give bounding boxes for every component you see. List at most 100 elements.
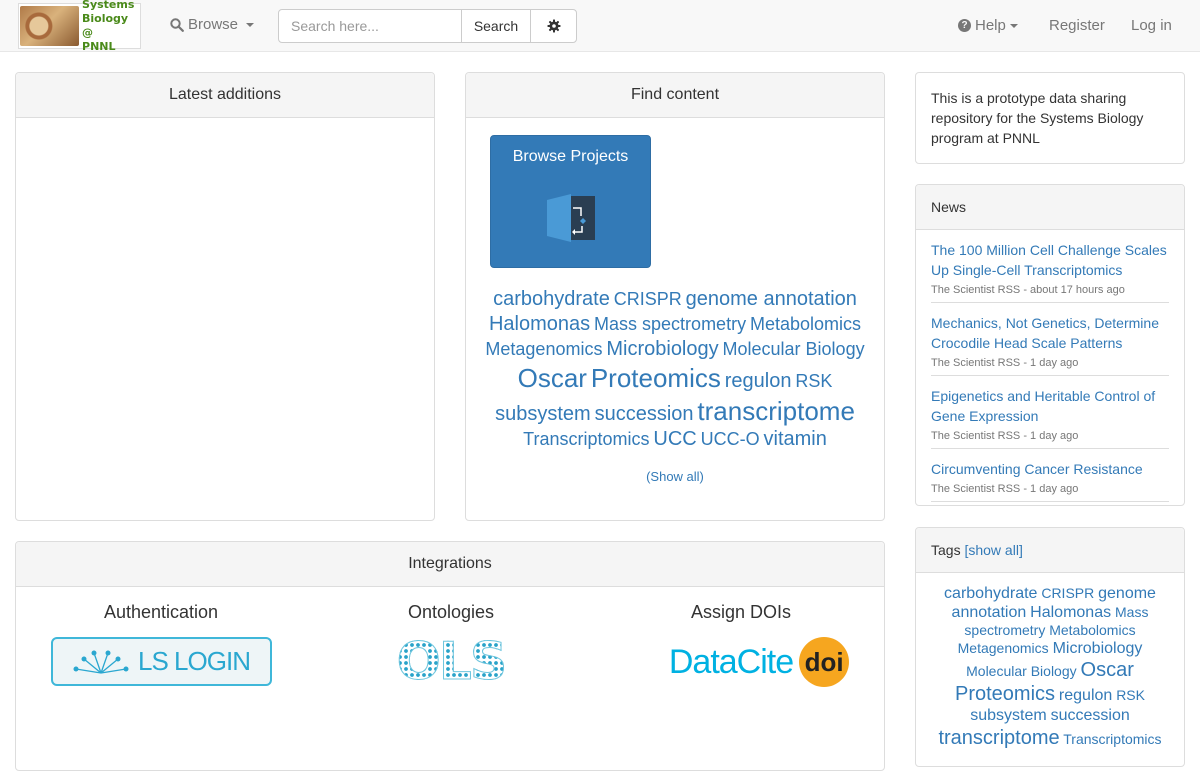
datacite-crescent-icon [636, 644, 655, 680]
sidebar-tag-link[interactable]: Oscar [1081, 659, 1134, 681]
sidebar-tag-link[interactable]: CRISPR [1041, 585, 1094, 601]
find-tag-link[interactable]: succession [595, 403, 694, 425]
logo-text: Systems Biology @ PNNL [82, 0, 140, 54]
news-list: The 100 Million Cell Challenge Scales Up… [916, 230, 1184, 505]
dois-title: Assign DOIs [690, 602, 792, 622]
sidebar-tag-link[interactable]: Proteomics [955, 683, 1055, 705]
tags-show-all-link[interactable]: [show all] [964, 542, 1022, 558]
browse-menu[interactable]: Browse [170, 16, 255, 33]
search-icon [170, 17, 184, 32]
logo-text-line3: PNNL [82, 40, 116, 53]
find-tag-link[interactable]: Halomonas [489, 313, 590, 335]
search-button[interactable]: Search [461, 9, 531, 43]
find-tag-link[interactable]: Molecular Biology [723, 339, 865, 359]
news-item: Mechanics, Not Genetics, Determine Croco… [931, 303, 1169, 376]
ls-login-fan-icon [73, 650, 129, 674]
datacite-text: DataCite [668, 642, 794, 681]
about-text: This is a prototype data sharing reposit… [931, 90, 1144, 146]
find-tag-link[interactable]: subsystem [495, 403, 591, 425]
datacite-logo[interactable]: DataCite doi [626, 635, 856, 689]
find-content-title: Find content [466, 73, 884, 118]
browse-projects-label: Browse Projects [512, 148, 629, 165]
integrations-panel: Integrations Authentication LS LOGIN Ont… [15, 541, 885, 771]
news-item-link[interactable]: Mechanics, Not Genetics, Determine Croco… [931, 313, 1169, 353]
sidebar-tag-link[interactable]: Metabolomics [1049, 622, 1135, 638]
find-tag-link[interactable]: vitamin [764, 428, 827, 450]
sidebar-tag-link[interactable]: transcriptome [938, 727, 1059, 749]
news-item: Epigenetics and Heritable Control of Gen… [931, 376, 1169, 449]
latest-additions-title: Latest additions [16, 73, 434, 118]
find-tag-link[interactable]: Metabolomics [750, 314, 861, 334]
find-tag-link[interactable]: Proteomics [591, 363, 721, 393]
browse-label: Browse [188, 16, 239, 33]
search-input[interactable] [278, 9, 462, 43]
find-tag-cloud: carbohydrate CRISPR genome annotation Ha… [480, 287, 870, 452]
find-tag-link[interactable]: CRISPR [614, 289, 682, 309]
sidebar-tag-link[interactable]: subsystem [970, 707, 1046, 724]
news-item: Circumventing Cancer Resistance The Scien… [931, 449, 1169, 502]
find-tag-link[interactable]: Oscar [518, 363, 587, 393]
logo-image [20, 6, 80, 46]
project-folder-icon [547, 194, 595, 242]
sidebar-tag-link[interactable]: Transcriptomics [1063, 731, 1161, 747]
question-circle-icon: ? [958, 19, 971, 32]
advanced-search-button[interactable] [530, 9, 577, 43]
help-menu[interactable]: ? Help [958, 17, 1018, 34]
authentication-title: Authentication [103, 602, 219, 622]
logo-text-line2: Biology @ [82, 12, 129, 39]
find-tag-link[interactable]: genome annotation [686, 288, 857, 310]
login-link[interactable]: Log in [1131, 17, 1172, 34]
sidebar-tag-cloud: carbohydrate CRISPR genome annotation Ha… [928, 584, 1172, 750]
browse-projects-button[interactable]: Browse Projects [490, 135, 651, 268]
help-label: Help [975, 17, 1006, 34]
news-item-meta: The Scientist RSS - 1 day ago [931, 430, 1079, 442]
ols-logo-text: OLS [396, 632, 508, 692]
logo-text-line1: Systems [82, 0, 135, 11]
sidebar-tag-link[interactable]: carbohydrate [944, 585, 1037, 602]
find-tag-link[interactable]: regulon [725, 370, 792, 392]
sidebar-tag-link[interactable]: regulon [1059, 687, 1112, 704]
news-item-meta: The Scientist RSS - about 17 hours ago [931, 284, 1125, 296]
find-tag-link[interactable]: RSK [795, 371, 832, 391]
news-panel: News The 100 Million Cell Challenge Scal… [915, 184, 1185, 506]
sidebar-tag-link[interactable]: Microbiology [1053, 640, 1143, 657]
doi-badge: doi [799, 637, 850, 687]
sidebar-tag-link[interactable]: Molecular Biology [966, 663, 1077, 679]
news-item-link[interactable]: The 100 Million Cell Challenge Scales Up… [931, 240, 1169, 280]
find-content-panel: Find content Browse Projects carbohydrat… [465, 72, 885, 521]
find-tag-link[interactable]: Metagenomics [485, 339, 602, 359]
find-tag-link[interactable]: Transcriptomics [523, 429, 649, 449]
dois-column: Assign DOIs DataCite doi [596, 602, 886, 689]
find-tag-link[interactable]: transcriptome [697, 396, 855, 426]
ls-login-text: LS LOGIN [138, 646, 251, 676]
about-panel: This is a prototype data sharing reposit… [915, 72, 1185, 164]
integrations-title: Integrations [16, 542, 884, 587]
ols-logo[interactable]: OLS [391, 635, 511, 689]
find-tag-link[interactable]: carbohydrate [493, 288, 610, 310]
news-item-meta: The Scientist RSS - 1 day ago [931, 357, 1079, 369]
ontologies-title: Ontologies [407, 602, 495, 622]
show-all-tags-link[interactable]: (Show all) [646, 469, 704, 484]
chevron-down-icon [246, 22, 255, 27]
authentication-column: Authentication LS LOGIN [16, 602, 306, 686]
news-title: News [916, 185, 1184, 230]
find-tag-link[interactable]: UCC [653, 428, 696, 450]
register-link[interactable]: Register [1049, 17, 1105, 34]
ls-login-logo[interactable]: LS LOGIN [50, 637, 272, 686]
chevron-down-icon [1009, 23, 1018, 28]
find-tag-link[interactable]: UCC-O [701, 429, 760, 449]
tags-title: Tags [931, 542, 961, 558]
search-form: Search [278, 9, 577, 43]
sidebar-tag-link[interactable]: Metagenomics [958, 640, 1049, 656]
find-tag-link[interactable]: Mass spectrometry [594, 314, 746, 334]
site-logo[interactable]: Systems Biology @ PNNL [18, 0, 141, 53]
sidebar-tag-link[interactable]: Halomonas [1030, 604, 1111, 621]
news-item-link[interactable]: Epigenetics and Heritable Control of Gen… [931, 386, 1169, 426]
tags-heading: Tags [show all] [916, 528, 1184, 573]
gear-icon [547, 19, 560, 33]
find-tag-link[interactable]: Microbiology [606, 338, 718, 360]
sidebar-tag-link[interactable]: succession [1051, 707, 1130, 724]
sidebar-tag-link[interactable]: RSK [1116, 687, 1145, 703]
latest-additions-panel: Latest additions [15, 72, 435, 521]
news-item-link[interactable]: Circumventing Cancer Resistance [931, 459, 1169, 479]
